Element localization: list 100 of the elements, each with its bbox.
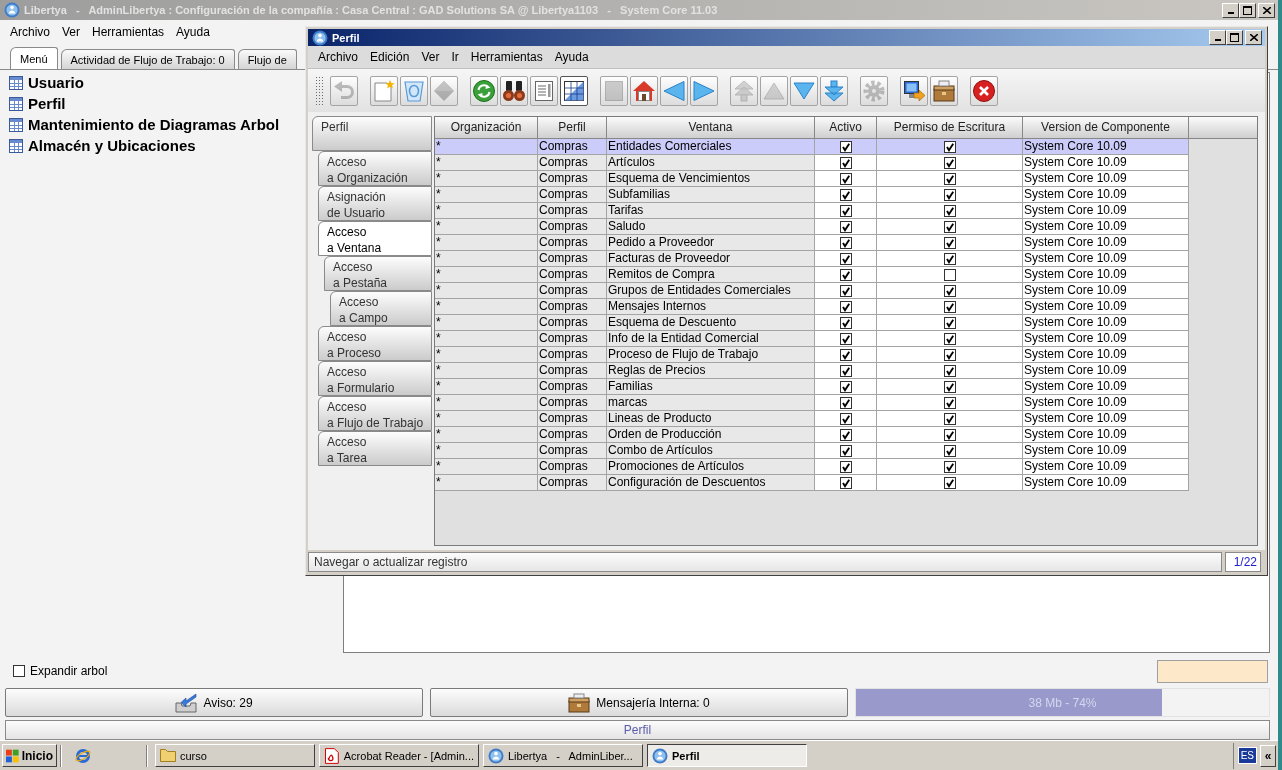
input-field[interactable] (1157, 659, 1268, 683)
tab[interactable]: Acceso a Pestaña (324, 256, 432, 291)
menu-item[interactable]: Ver (56, 24, 87, 40)
menu-item[interactable]: Herramientas (86, 24, 171, 40)
checkbox[interactable] (839, 428, 852, 441)
menu-item[interactable]: Ayuda (170, 24, 216, 40)
taskbar-button[interactable]: Acrobat Reader - [Admin... (319, 744, 479, 767)
table-row[interactable]: * Compras Lineas de Producto System Core 10.09 (435, 411, 1189, 427)
checkbox[interactable] (943, 236, 956, 249)
column-header[interactable]: Perfil (538, 117, 607, 138)
language-indicator[interactable]: ES (1237, 747, 1257, 764)
table-row[interactable]: * Compras Pedido a Proveedor System Core 10.09 (435, 235, 1189, 251)
table-row[interactable]: * Compras Promociones de Artículos System Core 10.09 (435, 459, 1189, 475)
checkbox[interactable] (943, 188, 956, 201)
table-row[interactable]: * Compras Grupos de Entidades Comerciales System Core 10.09 (435, 283, 1189, 299)
table-row[interactable]: * Compras Orden de Producción System Core 10.09 (435, 427, 1189, 443)
toolbar-button[interactable] (560, 75, 588, 106)
checkbox[interactable] (839, 220, 852, 233)
taskbar-button[interactable]: Perfil (647, 744, 807, 767)
tab[interactable]: Acceso a Organización (318, 151, 432, 186)
table-row[interactable]: * Compras Esquema de Vencimientos System Core 10.09 (435, 171, 1189, 187)
checkbox[interactable] (943, 428, 956, 441)
tab[interactable]: Acceso a Formulario (318, 361, 432, 396)
checkbox[interactable] (943, 140, 956, 153)
table-row[interactable]: * Compras Combo de Artículos System Core 10.09 (435, 443, 1189, 459)
tab[interactable]: Acceso a Flujo de Trabajo (318, 396, 432, 431)
start-button[interactable]: Inicio (2, 744, 57, 767)
checkbox[interactable] (943, 204, 956, 217)
checkbox[interactable] (943, 396, 956, 409)
checkbox[interactable] (943, 444, 956, 457)
checkbox[interactable] (839, 364, 852, 377)
tab[interactable]: Flujo de (237, 49, 297, 69)
table-row[interactable]: * Compras Tarifas System Core 10.09 (435, 203, 1189, 219)
column-header[interactable]: Permiso de Escritura (877, 117, 1023, 138)
table-row[interactable]: * Compras Proceso de Flujo de Trabajo System Core 10.09 (435, 347, 1189, 363)
checkbox[interactable] (839, 140, 852, 153)
table-row[interactable]: * Compras Artículos System Core 10.09 (435, 155, 1189, 171)
checkbox[interactable] (839, 412, 852, 425)
checkbox[interactable] (839, 284, 852, 297)
checkbox[interactable] (839, 476, 852, 489)
table-row[interactable]: * Compras Info de la Entidad Comercial System Core 10.09 (435, 331, 1189, 347)
column-header[interactable]: Organización (435, 117, 538, 138)
checkbox[interactable] (839, 348, 852, 361)
toolbar-button[interactable] (900, 75, 928, 106)
tab[interactable]: Menú (10, 47, 58, 69)
column-header[interactable]: Version de Componente (1023, 117, 1189, 138)
close-button[interactable] (1245, 30, 1262, 45)
checkbox[interactable] (839, 268, 852, 281)
checkbox[interactable] (839, 236, 852, 249)
checkbox[interactable] (943, 172, 956, 185)
taskbar-button[interactable]: Libertya - AdminLiber... (483, 744, 643, 767)
table-row[interactable]: * Compras Familias System Core 10.09 (435, 379, 1189, 395)
menu-item[interactable]: Archivo (4, 24, 56, 40)
menu-item[interactable]: Ayuda (548, 49, 595, 65)
table-row[interactable]: * Compras Configuración de Descuentos System Core 10.09 (435, 475, 1189, 491)
menu-item[interactable]: Edición (364, 49, 416, 65)
checkbox[interactable] (13, 665, 25, 677)
notices-button[interactable]: Aviso: 29 (5, 688, 423, 717)
checkbox[interactable] (943, 268, 956, 281)
checkbox[interactable] (943, 284, 956, 297)
checkbox[interactable] (839, 380, 852, 393)
table-row[interactable]: * Compras Entidades Comerciales System Core 10.09 (435, 139, 1189, 155)
checkbox[interactable] (839, 156, 852, 169)
table-row[interactable]: * Compras Mensajes Internos System Core 10.09 (435, 299, 1189, 315)
menu-item[interactable]: Ver (415, 49, 446, 65)
checkbox[interactable] (943, 316, 956, 329)
checkbox[interactable] (839, 188, 852, 201)
checkbox[interactable] (943, 380, 956, 393)
tree-item[interactable]: Usuario (9, 72, 84, 93)
tray-toggle-button[interactable]: « (1260, 744, 1276, 767)
checkbox[interactable] (943, 476, 956, 489)
tree-item[interactable]: Perfil (9, 93, 66, 114)
checkbox[interactable] (839, 332, 852, 345)
column-header[interactable]: Ventana (607, 117, 815, 138)
checkbox[interactable] (839, 396, 852, 409)
tab[interactable]: Acceso a Campo (330, 291, 432, 326)
taskbar-button[interactable]: curso (155, 744, 315, 767)
checkbox[interactable] (839, 252, 852, 265)
checkbox[interactable] (943, 252, 956, 265)
toolbar-button[interactable] (630, 75, 658, 106)
tree-item[interactable]: Almacén y Ubicaciones (9, 135, 196, 156)
tree-item[interactable]: Mantenimiento de Diagramas Arbol (9, 114, 280, 135)
table-row[interactable]: * Compras Saludo System Core 10.09 (435, 219, 1189, 235)
tab[interactable]: Asignación de Usuario (318, 186, 432, 221)
menu-item[interactable]: Herramientas (464, 49, 549, 65)
checkbox[interactable] (839, 172, 852, 185)
column-header[interactable]: Activo (815, 117, 877, 138)
table-row[interactable]: * Compras Remitos de Compra System Core 10.09 (435, 267, 1189, 283)
menu-item[interactable]: Archivo (312, 49, 364, 65)
toolbar-button[interactable] (970, 75, 998, 106)
checkbox[interactable] (839, 316, 852, 329)
checkbox[interactable] (839, 460, 852, 473)
maximize-button[interactable] (1226, 30, 1243, 45)
tab[interactable]: Actividad de Flujo de Trabajo: 0 (60, 49, 235, 69)
checkbox[interactable] (943, 364, 956, 377)
checkbox[interactable] (943, 460, 956, 473)
tab[interactable]: Acceso a Proceso (318, 326, 432, 361)
tab[interactable]: Acceso a Tarea (318, 431, 432, 466)
checkbox[interactable] (839, 204, 852, 217)
menu-item[interactable]: Ir (445, 49, 465, 65)
